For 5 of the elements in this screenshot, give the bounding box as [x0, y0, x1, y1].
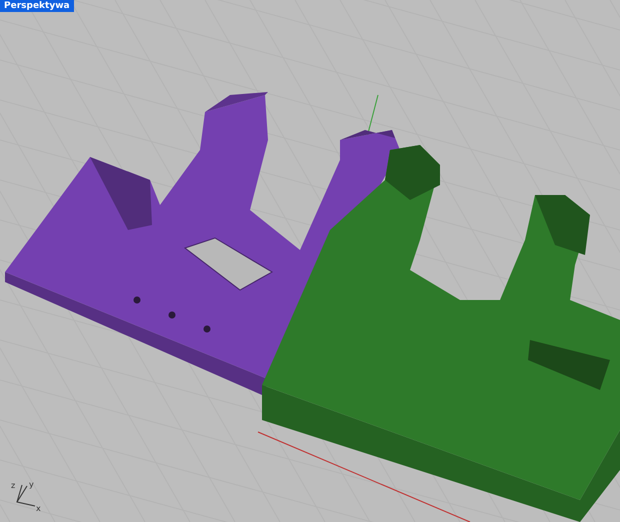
axis-label: x: [36, 504, 41, 513]
viewport-title[interactable]: Perspektywa: [0, 0, 74, 12]
axis-label: z: [11, 481, 16, 490]
axis-label: y: [29, 480, 34, 489]
axis-icon: [16, 484, 36, 506]
